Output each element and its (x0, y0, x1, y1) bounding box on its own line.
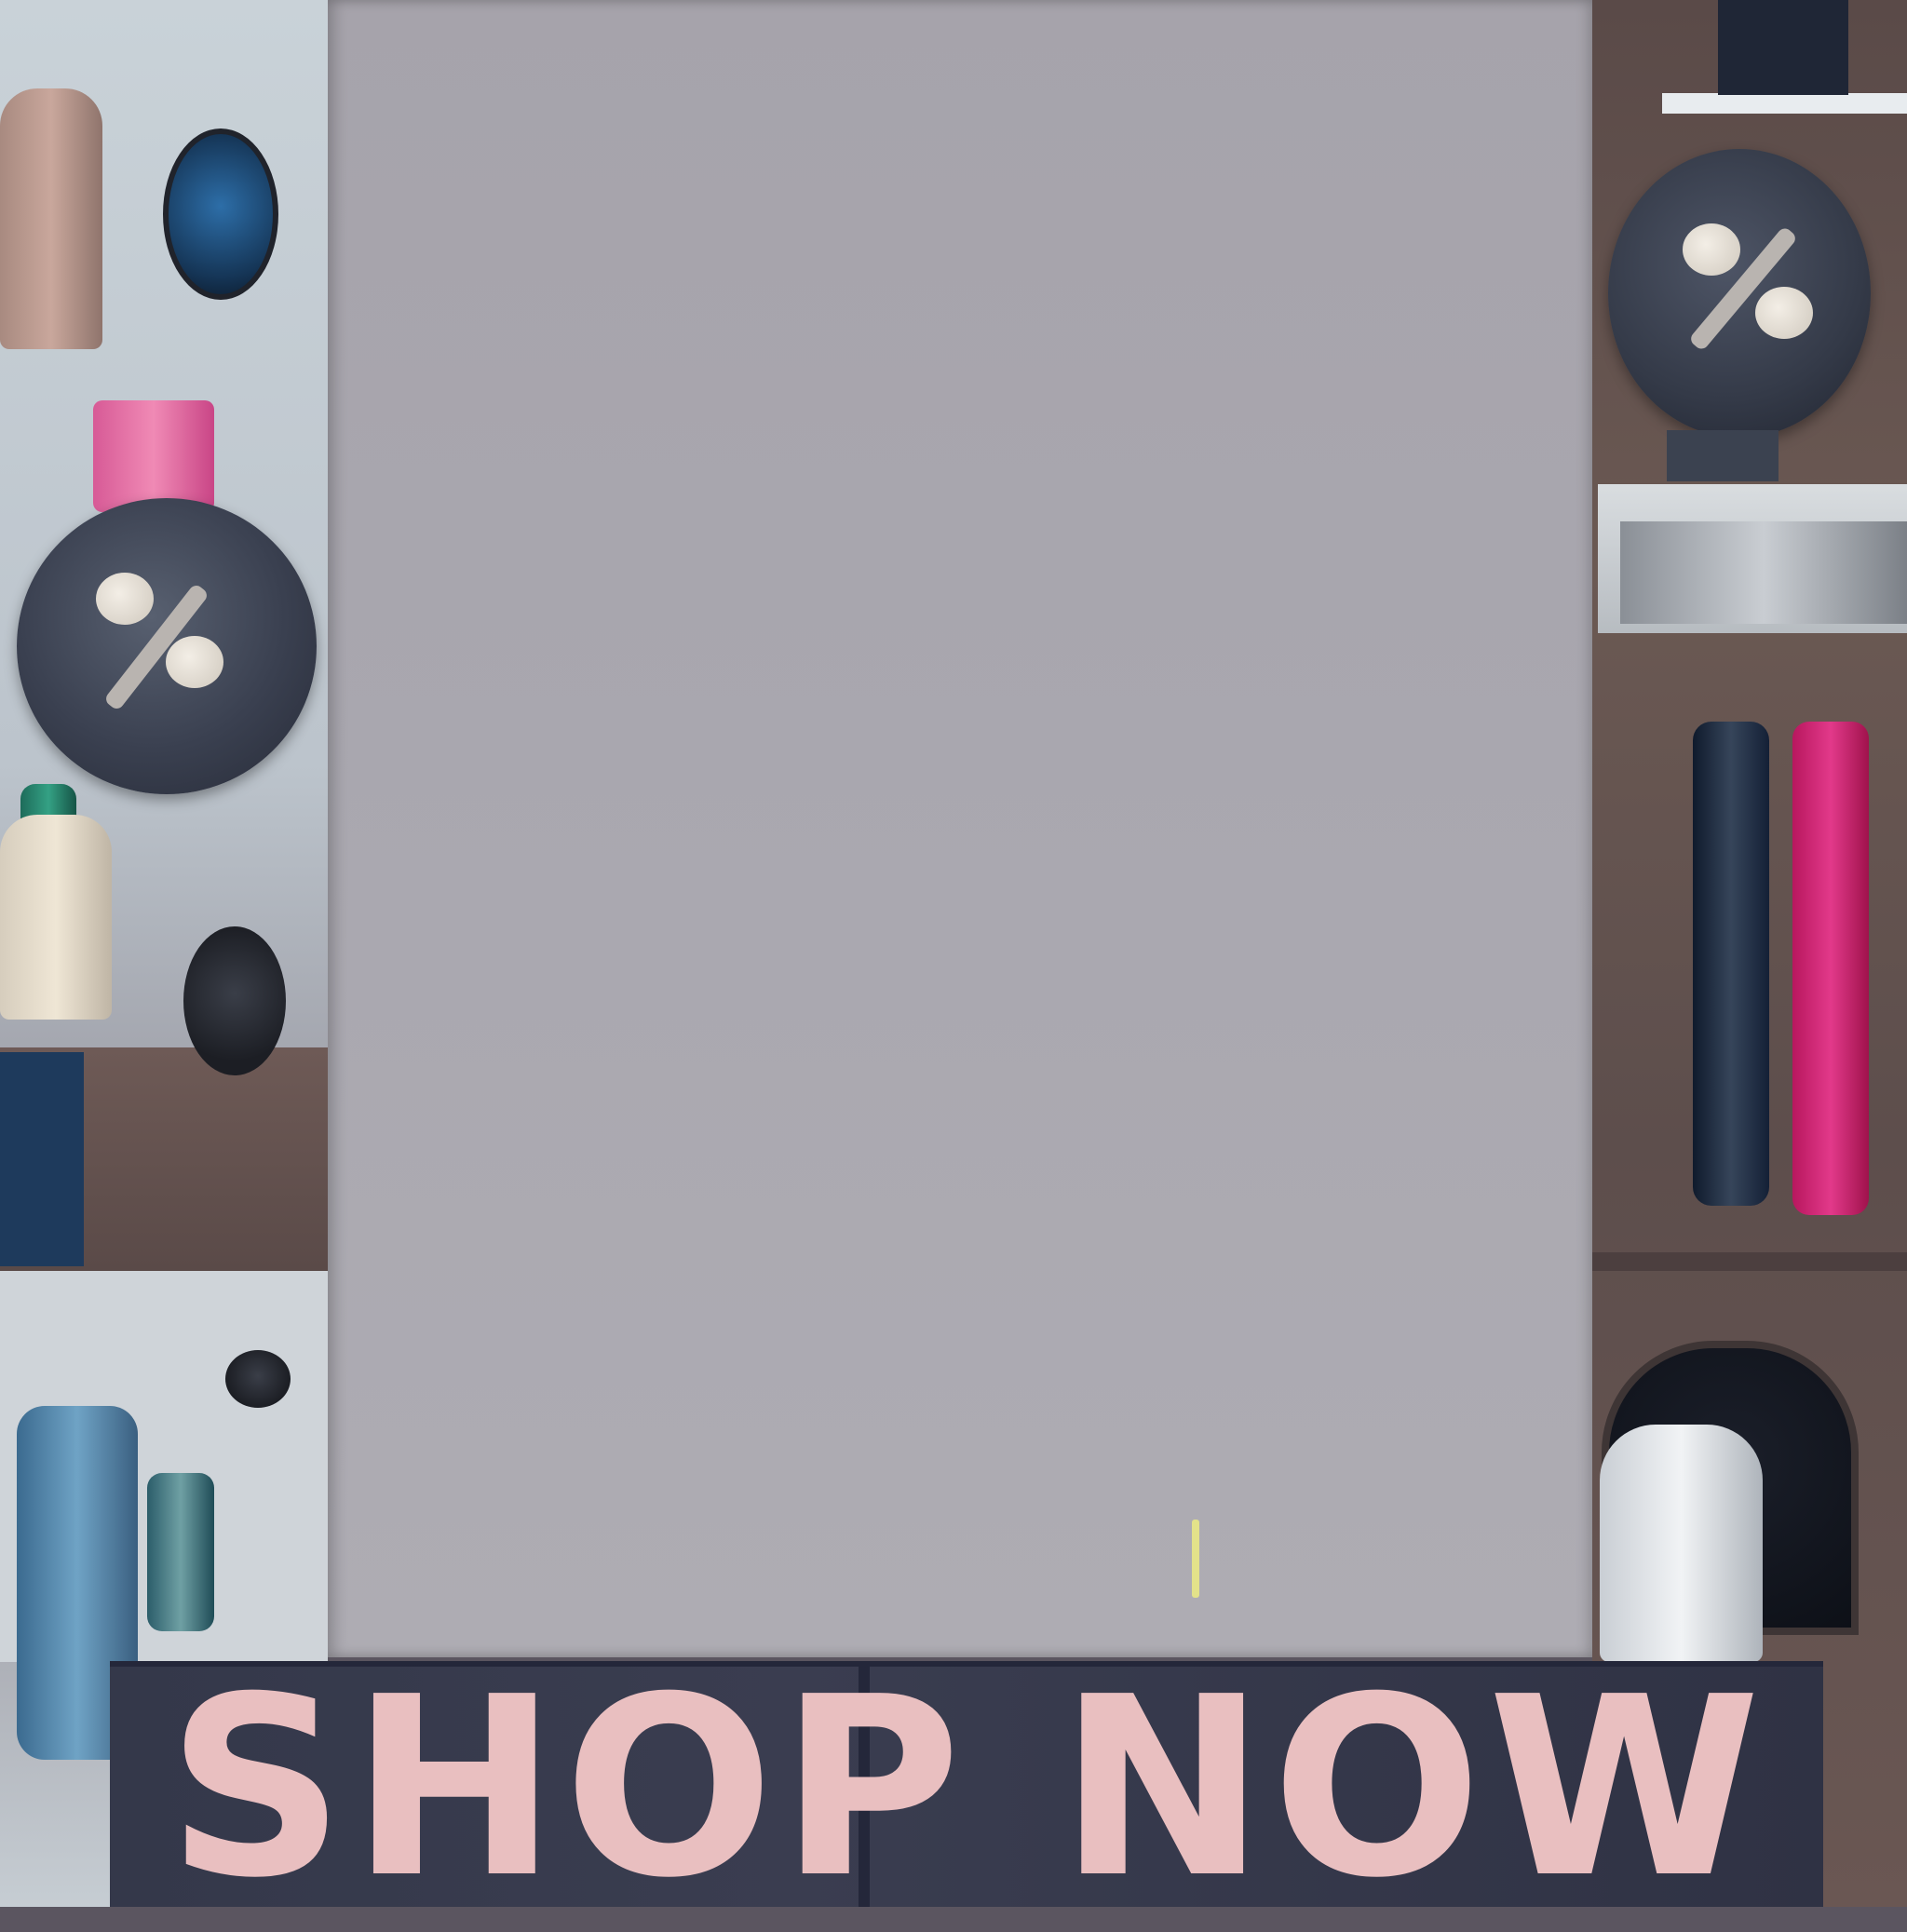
dark-box-top (1718, 0, 1848, 95)
right-lower-shelf (1592, 1252, 1907, 1271)
percent-dot-bottom (166, 636, 223, 688)
right-top-shelf (1662, 93, 1907, 114)
small-dark-product (225, 1350, 291, 1408)
percent-dot-top (1683, 223, 1740, 276)
left-hat-product (0, 88, 102, 349)
small-label-box (1667, 430, 1779, 481)
blue-oval-product (163, 128, 278, 300)
teal-figurine (147, 1473, 214, 1631)
cream-bottle (0, 815, 112, 1020)
store-scene: SHOP NOW (0, 0, 1907, 1932)
discount-disc-left (17, 498, 317, 794)
dark-tall-bottle (1693, 722, 1769, 1206)
jewelry-tray (1620, 521, 1907, 624)
pink-tall-bottle (1792, 722, 1869, 1215)
white-figurine (1600, 1425, 1763, 1662)
blank-display-board (328, 0, 1592, 1657)
blue-box-product (0, 1052, 84, 1266)
yellow-pin-mark (1192, 1520, 1199, 1598)
percent-dot-bottom (1755, 287, 1813, 339)
dark-oval-product (183, 926, 286, 1075)
percent-dot-top (96, 573, 154, 625)
pink-product (93, 400, 214, 512)
shop-now-text: SHOP NOW (166, 1643, 1767, 1932)
discount-disc-right (1608, 149, 1871, 438)
